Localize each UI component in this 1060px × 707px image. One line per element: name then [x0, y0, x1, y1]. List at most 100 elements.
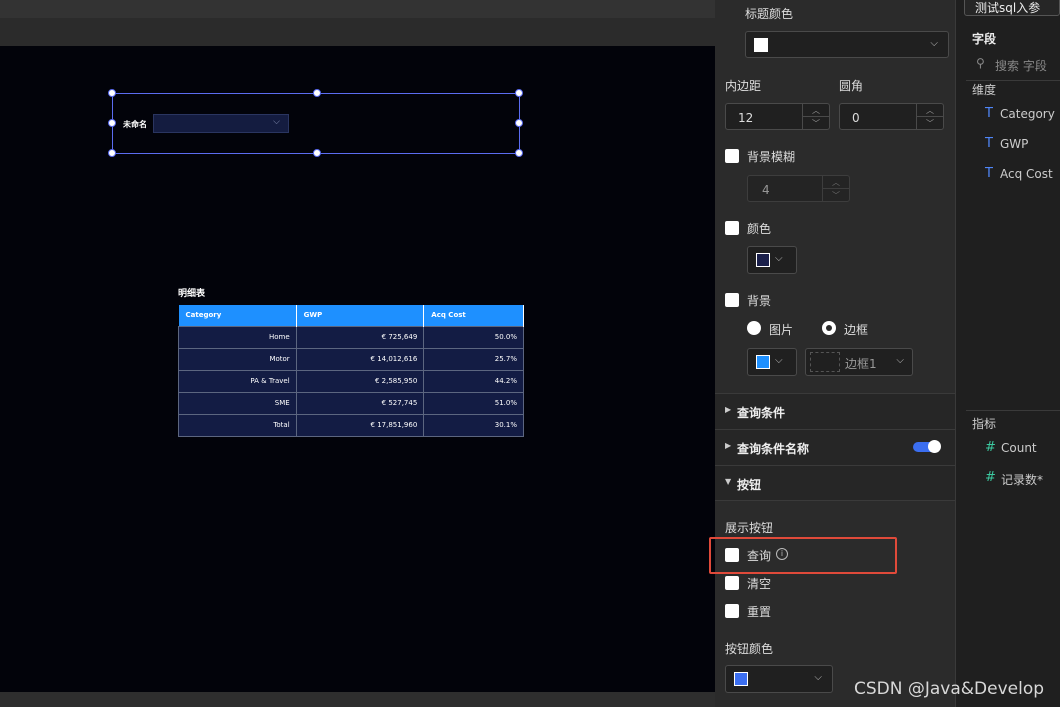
background-checkbox[interactable] [725, 293, 739, 307]
table-cell: € 17,851,960 [295, 413, 425, 437]
resize-handle-br[interactable] [515, 149, 523, 157]
dimension-field-category[interactable]: Category [1000, 107, 1055, 121]
table-cell: € 2,585,950 [295, 369, 425, 393]
fields-heading: 字段 [972, 32, 997, 46]
radio-image-label: 图片 [769, 323, 794, 337]
table-cell: € 725,649 [295, 325, 425, 349]
padding-stepper[interactable]: 12 ︿ ﹀ [725, 103, 830, 130]
clear-button-checkbox[interactable] [725, 576, 739, 590]
radio-border[interactable] [822, 321, 836, 335]
font-color-picker[interactable]: ⌵ [747, 246, 797, 274]
title-color-swatch [754, 38, 768, 52]
section-title: 按钮 [737, 478, 762, 492]
bg-blur-label: 背景模糊 [747, 150, 796, 164]
table-cell: SME [178, 391, 297, 415]
text-type-icon: T [985, 106, 993, 121]
color-checkbox[interactable] [725, 221, 739, 235]
resize-handle-bottom[interactable] [313, 149, 321, 157]
table-cell: Home [178, 325, 297, 349]
show-buttons-label: 展示按钮 [725, 521, 774, 535]
resize-handle-tr[interactable] [515, 89, 523, 97]
query-widget-selected[interactable]: 未命名 ⌵ [108, 89, 523, 157]
section-query-condition[interactable]: ▶ 查询条件 [715, 393, 955, 429]
font-color-swatch [756, 253, 770, 267]
column-header: GWP [296, 305, 425, 326]
resize-handle-right[interactable] [515, 119, 523, 127]
detail-table-title: 明细表 [178, 289, 206, 299]
chevron-down-icon: ⌵ [273, 117, 280, 127]
background-label: 背景 [747, 294, 772, 308]
bg-blur-value: 4 [762, 183, 770, 197]
table-cell: PA & Travel [178, 369, 297, 393]
table-row: Home € 725,649 50.0% [178, 325, 524, 349]
radius-value: 0 [852, 111, 860, 125]
chevron-down-icon: ⌵ [930, 38, 938, 49]
resize-handle-tl[interactable] [108, 89, 116, 97]
bg-blur-stepper[interactable]: 4 ︿ ﹀ [747, 175, 850, 202]
dimension-field-acq-cost[interactable]: Acq Cost [1000, 167, 1053, 181]
bg-color-picker[interactable]: ⌵ [747, 348, 797, 376]
metrics-label: 指标 [972, 417, 997, 431]
query-condition-label: 未命名 [123, 120, 147, 129]
detail-table: Category GWP Acq Cost Home € 725,649 50.… [178, 305, 524, 437]
table-cell: € 527,745 [295, 391, 425, 415]
table-cell: 25.7% [423, 347, 524, 371]
chevron-down-icon: ⌵ [896, 355, 904, 366]
chevron-down-icon: ⌵ [775, 253, 783, 264]
table-cell: Total [178, 413, 297, 437]
query-condition-select[interactable]: ⌵ [153, 114, 289, 133]
increment-icon[interactable]: ︿ [823, 176, 849, 189]
border-preview [810, 352, 840, 372]
radius-stepper[interactable]: 0 ︿ ﹀ [839, 103, 944, 130]
section-buttons[interactable]: ▼ 按钮 [715, 465, 955, 501]
caret-right-icon: ▶ [725, 405, 732, 414]
table-row: PA & Travel € 2,585,950 44.2% [178, 369, 524, 393]
reset-button-checkbox[interactable] [725, 604, 739, 618]
radio-border-label: 边框 [844, 323, 869, 337]
canvas-scrollbar[interactable] [0, 692, 715, 707]
color-label: 颜色 [747, 222, 772, 236]
column-header: Acq Cost [423, 305, 524, 326]
metric-field-count[interactable]: Count [1001, 441, 1037, 455]
title-color-label: 标题颜色 [745, 7, 794, 21]
field-search-input[interactable]: 搜索 字段 [995, 57, 1047, 74]
radius-label: 圆角 [839, 79, 864, 93]
button-color-picker[interactable]: ⌵ [725, 665, 833, 693]
query-name-toggle[interactable] [913, 440, 941, 453]
bg-blur-checkbox[interactable] [725, 149, 739, 163]
resize-handle-left[interactable] [108, 119, 116, 127]
dimension-field-gwp[interactable]: GWP [1000, 137, 1028, 151]
decrement-icon[interactable]: ﹀ [823, 189, 849, 202]
increment-icon[interactable]: ︿ [803, 104, 829, 117]
resize-handle-bl[interactable] [108, 149, 116, 157]
button-color-label: 按钮颜色 [725, 642, 774, 656]
resize-handle-top[interactable] [313, 89, 321, 97]
table-cell: € 14,012,616 [295, 347, 425, 371]
decrement-icon[interactable]: ﹀ [917, 117, 943, 130]
decrement-icon[interactable]: ﹀ [803, 117, 829, 130]
clear-button-label: 清空 [747, 577, 772, 591]
column-header: Category [178, 305, 297, 326]
dataset-select[interactable]: 测试sql入参 [964, 0, 1060, 16]
table-row: Total € 17,851,960 30.1% [178, 413, 524, 437]
bg-color-swatch [756, 355, 770, 369]
caret-right-icon: ▶ [725, 441, 732, 450]
table-row: SME € 527,745 51.0% [178, 391, 524, 415]
table-row: Motor € 14,012,616 25.7% [178, 347, 524, 371]
section-title: 查询条件名称 [737, 442, 810, 456]
table-cell: 51.0% [423, 391, 524, 415]
annotation-highlight [709, 537, 897, 574]
table-cell: 50.0% [423, 325, 524, 349]
padding-value: 12 [738, 111, 754, 125]
title-color-picker[interactable]: ⌵ [745, 31, 949, 58]
text-type-icon: T [985, 166, 993, 181]
border-style-select[interactable]: 边框1 ⌵ [805, 348, 913, 376]
table-cell: 44.2% [423, 369, 524, 393]
radio-image[interactable] [747, 321, 761, 335]
number-type-icon: # [985, 470, 996, 485]
search-icon: ⚲ [976, 56, 985, 70]
chevron-down-icon: ⌵ [814, 672, 822, 683]
chevron-down-icon: ⌵ [775, 355, 783, 366]
metric-field-record-count[interactable]: 记录数* [1001, 471, 1043, 488]
increment-icon[interactable]: ︿ [917, 104, 943, 117]
